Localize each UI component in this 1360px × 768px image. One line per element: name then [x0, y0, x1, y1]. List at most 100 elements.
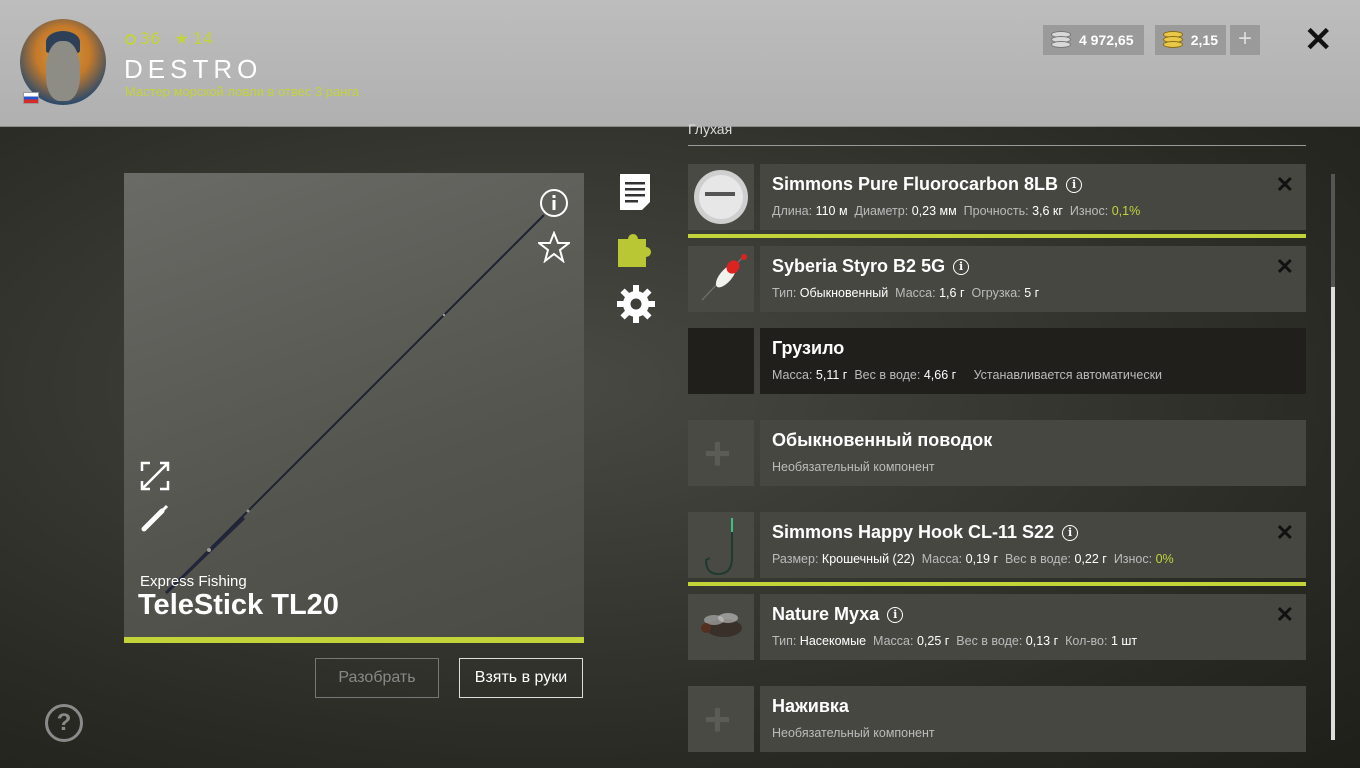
hook-thumbnail: [688, 512, 754, 578]
spec-key: Масса:: [895, 286, 936, 300]
spec-value: 4,66 г: [923, 368, 957, 382]
gold-value: 2,15: [1190, 32, 1218, 48]
info-icon[interactable]: i: [953, 259, 970, 275]
help-icon[interactable]: ?: [45, 704, 83, 742]
slot-body: Обыкновенный поводок Необязательный комп…: [760, 420, 1306, 486]
slot-float[interactable]: Syberia Styro B2 5G i Тип: Обыкновенный М…: [688, 246, 1306, 312]
player-name: DESTRO: [124, 54, 263, 84]
spec-key: Тип:: [772, 634, 797, 648]
slot-body: Syberia Styro B2 5G i Тип: Обыкновенный М…: [760, 246, 1306, 312]
spec-key: Тип:: [772, 286, 797, 300]
spec-value: 1 шт: [1110, 634, 1138, 648]
brush-icon[interactable]: [140, 503, 170, 537]
rod-model: TeleStick TL20: [138, 589, 339, 621]
slot-separator: [688, 234, 1306, 238]
slot-body: Simmons Pure Fluorocarbon 8LB i Длина: 11…: [760, 164, 1306, 230]
slot-title: Наживка: [772, 696, 849, 716]
empty-thumbnail: +: [688, 420, 754, 486]
gold-coin-icon: [1163, 31, 1183, 49]
slot-title: Nature Муха i: [772, 604, 904, 625]
document-icon[interactable]: [616, 172, 654, 216]
profile-header: 36 ★ 14 DESTRO Мастер морской ловли в отв…: [0, 0, 1360, 127]
spec-value: 0,13 г: [1025, 634, 1059, 648]
remove-icon[interactable]: ✕: [1276, 172, 1294, 198]
spec-key: Масса:: [921, 552, 963, 566]
slot-hook[interactable]: Simmons Happy Hook CL-11 S22 i Размер: Кр…: [688, 512, 1306, 578]
puzzle-icon[interactable]: [616, 229, 656, 273]
rod-selected-bar: [124, 637, 584, 643]
slot-note: Необязательный компонент: [772, 726, 935, 740]
spec-key: Огрузка:: [971, 286, 1021, 300]
slot-title: Simmons Happy Hook CL-11 S22 i: [772, 522, 1079, 543]
line-thumbnail: [688, 164, 754, 230]
remove-icon[interactable]: ✕: [1276, 520, 1294, 546]
slot-line[interactable]: Simmons Pure Fluorocarbon 8LB i Длина: 11…: [688, 164, 1306, 230]
info-icon[interactable]: i: [1062, 525, 1079, 541]
slot-title: Simmons Pure Fluorocarbon 8LB i: [772, 174, 1083, 195]
spec-value: 0,1%: [1111, 204, 1141, 218]
spec-key: Вес в воде:: [956, 634, 1023, 648]
slot-specs: Размер: Крошечный (22) Масса: 0,19 г Вес…: [772, 552, 1174, 566]
spec-key: Диаметр:: [854, 204, 909, 218]
slot-specs: Длина: 110 м Диаметр: 0,23 мм Прочность:…: [772, 204, 1140, 218]
slot-body: Грузило Масса: 5,11 г Вес в воде: 4,66 г…: [760, 328, 1306, 394]
gold-balance: 2,15: [1155, 25, 1226, 55]
spec-value: 1,6 г: [939, 286, 965, 300]
slot-leader[interactable]: + Обыкновенный поводок Необязательный ко…: [688, 420, 1306, 486]
scrollbar-thumb[interactable]: [1331, 287, 1335, 740]
avatar-face: [46, 41, 80, 101]
spec-value: 0,25 г: [916, 634, 950, 648]
spec-value: Обыкновенный: [799, 286, 889, 300]
ring-icon: [125, 34, 136, 45]
spec-value: 3,6 кг: [1032, 204, 1063, 218]
disassemble-button[interactable]: Разобрать: [315, 658, 439, 698]
slot-bait[interactable]: Nature Муха i Тип: Насекомые Масса: 0,25 …: [688, 594, 1306, 660]
player-stats: 36 ★ 14: [125, 29, 213, 48]
slot-specs: Тип: Насекомые Масса: 0,25 г Вес в воде:…: [772, 634, 1137, 648]
slot-groundbait[interactable]: + Наживка Необязательный компонент: [688, 686, 1306, 752]
slot-title-text: Simmons Happy Hook CL-11 S22: [772, 522, 1055, 542]
section-divider: [688, 145, 1306, 146]
slot-note: Необязательный компонент: [772, 460, 935, 474]
spec-key: Вес в воде:: [1004, 552, 1071, 566]
info-icon[interactable]: i: [1066, 177, 1083, 193]
star-outline-icon[interactable]: [536, 230, 572, 267]
expand-icon[interactable]: [140, 461, 170, 495]
slot-title-text: Syberia Styro B2 5G: [772, 256, 946, 276]
spec-key: Размер:: [772, 552, 819, 566]
spec-value: 110 м: [815, 204, 848, 218]
spec-key: Масса:: [873, 634, 914, 648]
info-icon[interactable]: [539, 188, 569, 222]
spec-value: 0,23 мм: [911, 204, 957, 218]
spec-value: 0,22 г: [1074, 552, 1107, 566]
spec-key: Кол-во:: [1065, 634, 1108, 648]
slot-specs: Масса: 5,11 г Вес в воде: 4,66 г Устанав…: [772, 368, 1162, 382]
rig-type-label: Глухая: [688, 121, 733, 137]
slot-body: Simmons Happy Hook CL-11 S22 i Размер: Кр…: [760, 512, 1306, 578]
spec-key: Износ:: [1113, 552, 1153, 566]
take-in-hands-button[interactable]: Взять в руки: [459, 658, 583, 698]
level-stat: 36: [125, 29, 160, 48]
empty-thumbnail: +: [688, 686, 754, 752]
slot-title: Syberia Styro B2 5G i: [772, 256, 970, 277]
stars-stat: ★ 14: [174, 29, 213, 48]
spec-value: 0,19 г: [965, 552, 999, 566]
slot-sinker: Грузило Масса: 5,11 г Вес в воде: 4,66 г…: [688, 328, 1306, 394]
gear-icon[interactable]: [616, 284, 656, 328]
slot-body: Nature Муха i Тип: Насекомые Масса: 0,25 …: [760, 594, 1306, 660]
spec-value: 5,11 г: [815, 368, 848, 382]
remove-icon[interactable]: ✕: [1276, 254, 1294, 280]
silver-balance: 4 972,65: [1043, 25, 1144, 55]
close-icon[interactable]: ✕: [1304, 22, 1333, 58]
slot-note: Устанавливается автоматически: [973, 368, 1163, 382]
spec-key: Масса:: [772, 368, 813, 382]
add-currency-button[interactable]: +: [1230, 25, 1260, 55]
spec-key: Прочность:: [963, 204, 1029, 218]
spec-value: 5 г: [1024, 286, 1040, 300]
rod-preview: Express Fishing TeleStick TL20: [124, 173, 584, 643]
remove-icon[interactable]: ✕: [1276, 602, 1294, 628]
scrollbar[interactable]: [1331, 174, 1335, 740]
spec-value: 0%: [1155, 552, 1174, 566]
slot-body: Наживка Необязательный компонент: [760, 686, 1306, 752]
info-icon[interactable]: i: [887, 607, 904, 623]
